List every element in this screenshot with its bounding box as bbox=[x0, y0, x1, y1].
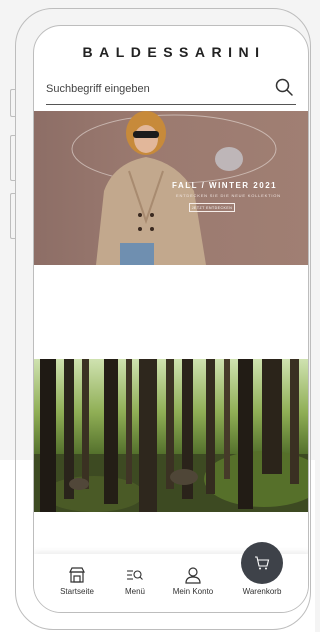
hero-cta-button[interactable]: JETZT ENTDECKEN bbox=[189, 203, 235, 212]
brand-logo[interactable]: BALDESSARINI bbox=[34, 44, 308, 60]
tab-menu[interactable]: Menü bbox=[105, 554, 165, 612]
forest-image bbox=[34, 359, 308, 512]
search-bar[interactable] bbox=[46, 71, 296, 105]
menu-search-icon bbox=[127, 570, 143, 580]
search-icon[interactable] bbox=[274, 77, 294, 97]
cart-button[interactable] bbox=[241, 542, 283, 584]
tab-startseite[interactable]: Startseite bbox=[47, 554, 107, 612]
hero-banner[interactable]: FALL / WINTER 2021 ENTDECKEN SIE DIE NEU… bbox=[34, 111, 308, 265]
tab-mein-konto[interactable]: Mein Konto bbox=[163, 554, 223, 612]
hero-title: FALL / WINTER 2021 bbox=[172, 181, 278, 190]
tab-label: Startseite bbox=[60, 587, 94, 596]
hero-subtitle: ENTDECKEN SIE DIE NEUE KOLLEKTION bbox=[176, 193, 281, 198]
phone-screen: BALDESSARINI FALL / WINTER bbox=[33, 25, 309, 613]
search-input[interactable] bbox=[46, 79, 256, 99]
forest-banner[interactable] bbox=[34, 359, 308, 512]
tab-label: Warenkorb bbox=[242, 587, 282, 596]
store-icon bbox=[69, 567, 85, 583]
tab-label: Mein Konto bbox=[172, 587, 214, 596]
tab-label: Menü bbox=[124, 587, 145, 596]
user-icon bbox=[185, 567, 201, 584]
cart-icon bbox=[255, 556, 270, 570]
